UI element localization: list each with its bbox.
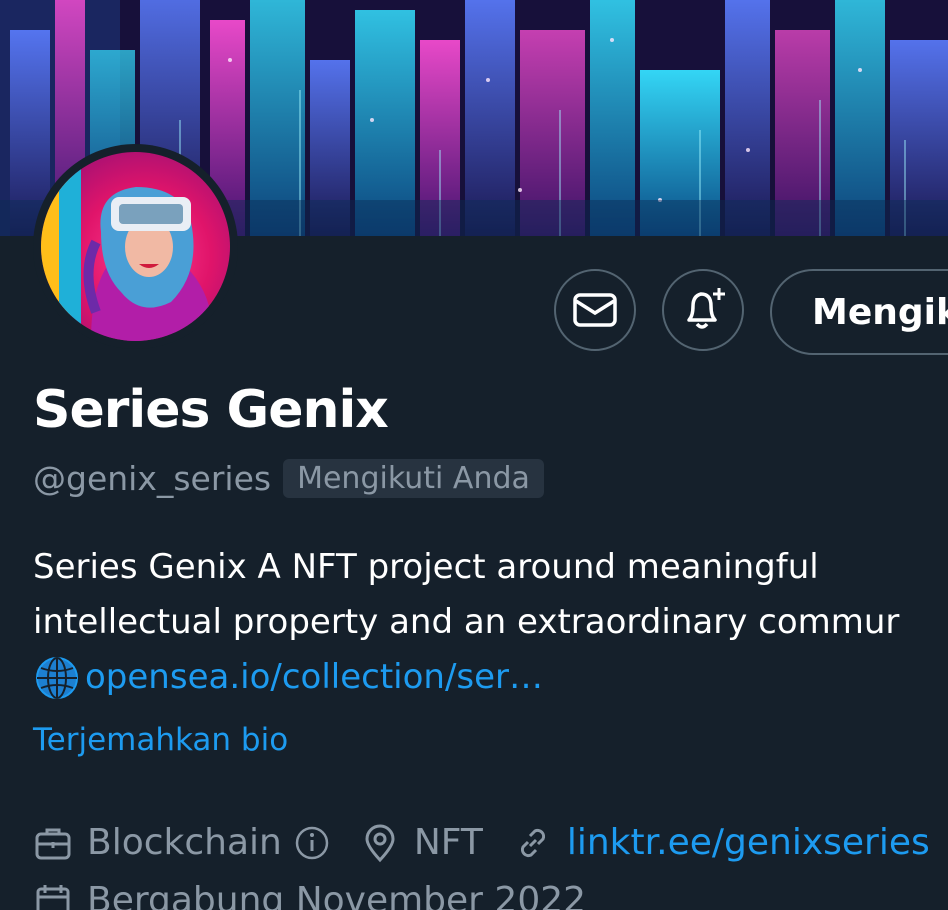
avatar[interactable] — [33, 144, 238, 349]
joined-date: Bergabung November 2022 — [33, 880, 586, 910]
category-label: Blockchain — [87, 822, 282, 863]
user-handle: @genix_series — [33, 459, 272, 498]
bio-line: intellectual property and an extraordina… — [33, 602, 900, 642]
avatar-image — [41, 152, 230, 341]
bell-plus-icon — [687, 288, 725, 329]
bio-link-text: opensea.io/collection/ser… — [85, 657, 544, 697]
follows-you-badge: Mengikuti Anda — [283, 459, 544, 498]
notify-button[interactable] — [662, 269, 744, 351]
website-item[interactable]: linktr.ee/genixseries — [513, 822, 930, 863]
link-icon — [520, 828, 545, 857]
briefcase-icon — [35, 828, 71, 859]
info-circle-icon[interactable] — [294, 825, 330, 861]
globe-icon — [36, 656, 78, 699]
display-name: Series Genix — [33, 380, 389, 440]
joined-label: Bergabung November 2022 — [87, 880, 587, 910]
message-button[interactable] — [554, 269, 636, 351]
translate-bio-link[interactable]: Terjemahkan bio — [33, 722, 288, 758]
handle-row: @genix_series Mengikuti Anda — [33, 459, 544, 498]
calendar-icon — [36, 884, 70, 910]
location-label: NFT — [413, 822, 483, 863]
bio: Series Genix A NFT project around meanin… — [33, 540, 948, 719]
profile-page: Mengik Series Genix @genix_series Mengik… — [0, 0, 948, 910]
profile-meta: Blockchain NFT linktr.ee/genixseries — [33, 822, 948, 863]
location-item: NFT — [360, 822, 483, 863]
following-button[interactable]: Mengik — [770, 269, 948, 355]
website-link[interactable]: linktr.ee/genixseries — [567, 822, 930, 863]
bio-line: Series Genix A NFT project around meanin… — [33, 547, 819, 587]
map-pin-icon — [365, 824, 395, 862]
envelope-icon — [573, 293, 617, 327]
bio-link[interactable]: opensea.io/collection/ser… — [33, 650, 543, 705]
category-item: Blockchain — [33, 822, 330, 863]
